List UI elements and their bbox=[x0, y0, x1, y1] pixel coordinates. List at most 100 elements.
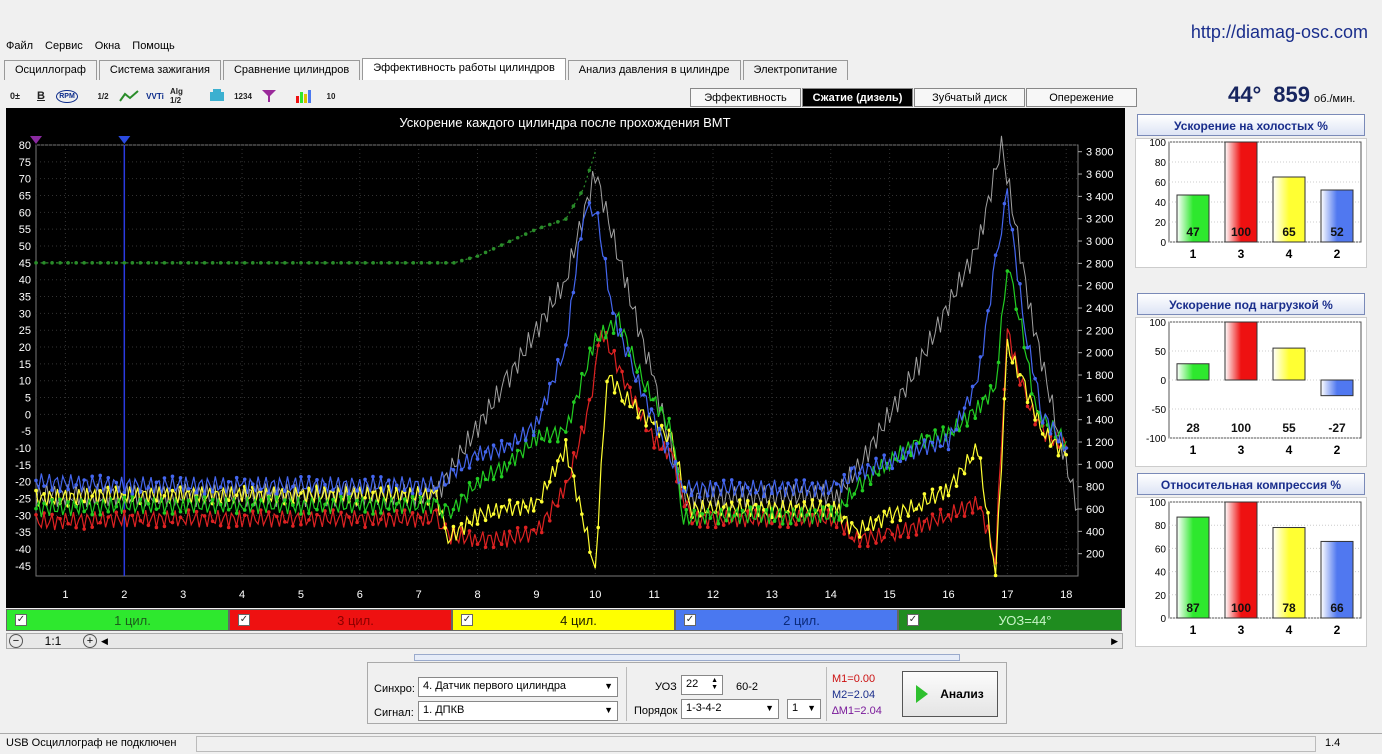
cylinder-order-icon[interactable]: 1/2 bbox=[92, 85, 114, 107]
data-point bbox=[347, 495, 351, 499]
data-point bbox=[82, 527, 86, 531]
status-text: USB Осциллограф не подключен bbox=[6, 737, 177, 749]
data-point bbox=[250, 503, 255, 507]
subtab-tooth-disk[interactable]: Зубчатый диск bbox=[914, 88, 1025, 107]
bar-value-label: 66 bbox=[1330, 601, 1344, 615]
signal-select[interactable]: 1. ДПКВ ▼ bbox=[418, 701, 618, 721]
bar-tick-label: 0 bbox=[1160, 376, 1166, 387]
legend-item-2[interactable]: ✓ 3 цил. bbox=[229, 609, 452, 631]
order-number-select[interactable]: 1 ▼ bbox=[787, 699, 821, 719]
data-point bbox=[842, 472, 847, 477]
menu-windows[interactable]: Окна bbox=[93, 40, 123, 56]
bar-chart-icon[interactable] bbox=[294, 85, 316, 107]
data-point bbox=[58, 261, 62, 265]
splitter[interactable] bbox=[414, 654, 960, 661]
checkbox[interactable]: ✓ bbox=[907, 614, 919, 626]
tab-cylinder-compare[interactable]: Сравнение цилиндров bbox=[222, 60, 361, 80]
tab-ignition[interactable]: Система зажигания bbox=[98, 60, 221, 80]
data-point bbox=[1025, 345, 1030, 350]
sequence-icon[interactable]: 1234 bbox=[232, 85, 254, 107]
legend-label: 3 цил. bbox=[337, 612, 374, 628]
scroll-right-icon[interactable]: ▶ bbox=[1111, 636, 1118, 647]
line-chart-icon[interactable] bbox=[118, 85, 140, 107]
data-point bbox=[729, 500, 734, 505]
data-point bbox=[363, 495, 367, 500]
data-point bbox=[547, 381, 552, 386]
filter-icon[interactable] bbox=[258, 85, 280, 107]
zoom-in-icon[interactable]: + bbox=[83, 634, 97, 648]
data-point bbox=[965, 424, 970, 428]
menu-file[interactable]: Файл bbox=[4, 40, 35, 56]
data-point bbox=[34, 478, 38, 483]
status-bar: USB Осциллограф не подключен 1.4 bbox=[0, 733, 1382, 754]
checkbox[interactable]: ✓ bbox=[461, 614, 473, 626]
menu-help[interactable]: Помощь bbox=[130, 40, 177, 56]
tab-oscilloscope[interactable]: Осциллограф bbox=[4, 60, 97, 80]
data-point bbox=[98, 261, 103, 265]
data-point bbox=[628, 404, 632, 409]
subtab-efficiency[interactable]: Эффективность bbox=[690, 88, 801, 107]
checkbox[interactable]: ✓ bbox=[684, 614, 696, 626]
data-point bbox=[954, 514, 959, 519]
checkbox[interactable]: ✓ bbox=[15, 614, 27, 626]
sync-select[interactable]: 4. Датчик первого цилиндра ▼ bbox=[418, 677, 618, 697]
data-point bbox=[954, 427, 959, 432]
data-point bbox=[291, 261, 295, 265]
data-point bbox=[802, 478, 807, 482]
data-point bbox=[620, 399, 624, 403]
engine-icon[interactable] bbox=[206, 85, 228, 107]
vvti-icon[interactable]: VVTi bbox=[144, 85, 166, 107]
data-point bbox=[355, 520, 359, 525]
data-point bbox=[146, 523, 151, 528]
tab-pressure-analysis[interactable]: Анализ давления в цилиндре bbox=[567, 60, 741, 80]
legend-item-3[interactable]: ✓ 4 цил. bbox=[452, 609, 675, 631]
data-point bbox=[106, 515, 111, 519]
bar-value-label: 100 bbox=[1231, 421, 1251, 435]
data-point bbox=[644, 423, 648, 428]
legend-item-1[interactable]: ✓ 1 цил. bbox=[6, 609, 229, 631]
main-tabs: Осциллограф Система зажигания Сравнение … bbox=[4, 58, 850, 81]
scroll-left-icon[interactable]: ◀ bbox=[101, 636, 108, 647]
data-point bbox=[483, 545, 488, 550]
data-point bbox=[515, 441, 520, 445]
legend-item-4[interactable]: ✓ 2 цил. bbox=[675, 609, 898, 631]
legend-item-5[interactable]: ✓ УОЗ=44° bbox=[898, 609, 1122, 631]
data-point bbox=[242, 508, 247, 512]
rpm-icon[interactable]: RPM bbox=[56, 85, 78, 107]
data-point bbox=[379, 517, 383, 522]
marker-m1-icon bbox=[30, 136, 42, 144]
zero-offset-icon[interactable]: 0± bbox=[4, 85, 26, 107]
data-point bbox=[1025, 404, 1030, 409]
data-point bbox=[299, 261, 303, 265]
data-point bbox=[138, 261, 143, 265]
uoz-spinner[interactable]: 22 ▲ ▼ bbox=[681, 675, 723, 695]
menu-service[interactable]: Сервис bbox=[43, 40, 85, 56]
tab-power-supply[interactable]: Электропитание bbox=[742, 60, 849, 80]
data-point bbox=[34, 261, 38, 265]
bold-icon[interactable]: B bbox=[30, 85, 52, 107]
zoom-out-icon[interactable]: − bbox=[9, 634, 23, 648]
algorithm-icon[interactable]: Alg 1/2 bbox=[170, 85, 192, 107]
bar-tick-label: 40 bbox=[1155, 198, 1167, 209]
data-point bbox=[210, 519, 215, 524]
subtab-compression-diesel[interactable]: Сжатие (дизель) bbox=[802, 88, 913, 107]
data-point bbox=[901, 456, 905, 461]
y-tick-label: 30 bbox=[19, 308, 31, 320]
chevron-down-icon: ▼ bbox=[604, 705, 613, 715]
data-point bbox=[659, 447, 664, 451]
acceleration-chart[interactable]: Ускорение каждого цилиндра после прохожд… bbox=[6, 108, 1125, 608]
data-point bbox=[114, 261, 119, 265]
checkbox[interactable]: ✓ bbox=[238, 614, 250, 626]
sub-tabs: Эффективность Сжатие (дизель) Зубчатый д… bbox=[690, 88, 1138, 107]
tab-cylinder-efficiency[interactable]: Эффективность работы цилиндров bbox=[362, 58, 566, 80]
subtab-advance[interactable]: Опережение bbox=[1026, 88, 1137, 107]
data-point bbox=[138, 497, 143, 501]
order-select[interactable]: 1-3-4-2 ▼ bbox=[681, 699, 779, 719]
rpm-unit: об./мин. bbox=[1314, 93, 1356, 105]
data-point bbox=[371, 490, 375, 495]
data-point bbox=[34, 512, 38, 517]
data-point bbox=[267, 510, 271, 514]
scale-icon[interactable]: 10 bbox=[320, 85, 342, 107]
analyze-button[interactable]: Анализ bbox=[902, 671, 998, 717]
data-point bbox=[507, 239, 512, 244]
